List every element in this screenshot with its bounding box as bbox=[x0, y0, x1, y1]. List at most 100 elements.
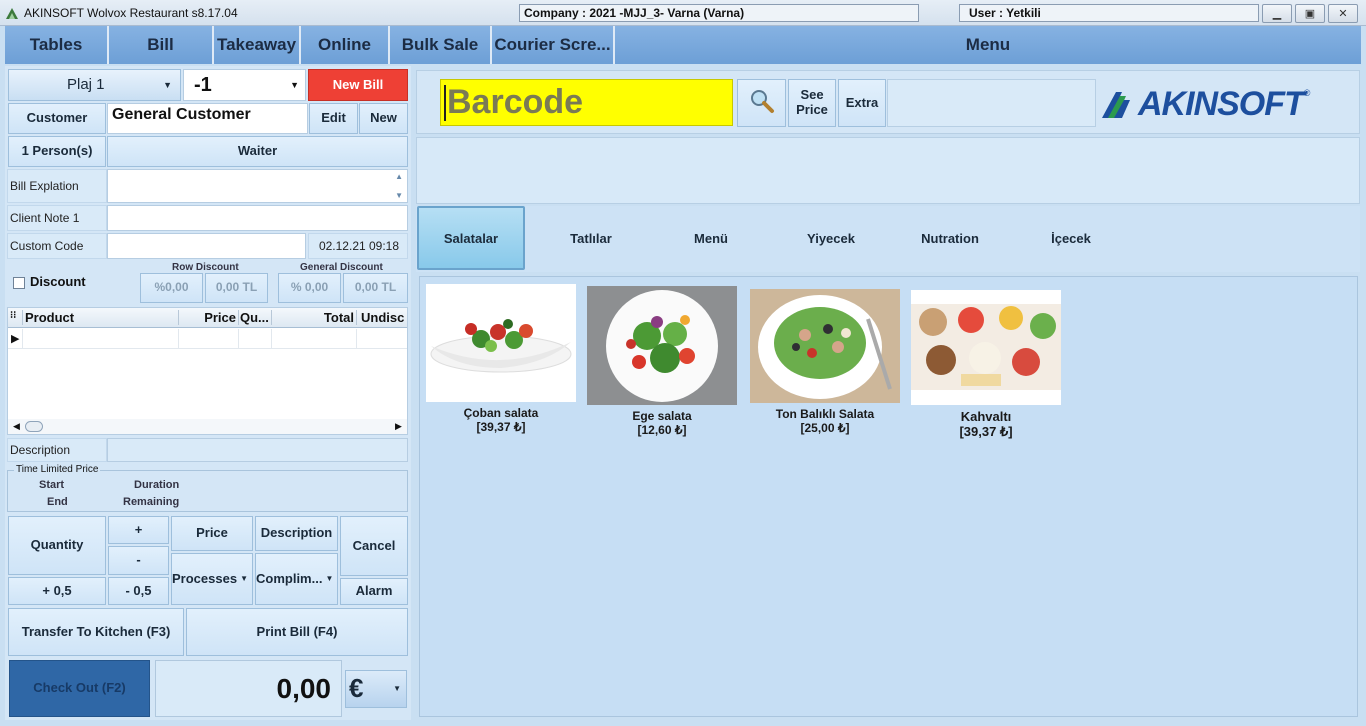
custom-code-field[interactable] bbox=[107, 233, 306, 259]
scroll-thumb[interactable] bbox=[25, 421, 43, 432]
client-note-field[interactable] bbox=[107, 205, 408, 231]
row-pointer-icon: ▶ bbox=[11, 333, 20, 345]
minus-half-button[interactable]: - 0,5 bbox=[108, 577, 169, 605]
product-tile[interactable]: Ton Balıklı Salata [25,00 ₺] bbox=[750, 289, 900, 435]
discount-checkbox[interactable] bbox=[13, 277, 25, 289]
column-quantity[interactable]: Qu... bbox=[238, 310, 271, 325]
new-customer-button[interactable]: New bbox=[359, 103, 408, 134]
bill-datetime: 02.12.21 09:18 bbox=[308, 233, 408, 259]
duration-label: Duration bbox=[134, 479, 180, 491]
transfer-to-kitchen-button[interactable]: Transfer To Kitchen (F3) bbox=[8, 608, 184, 656]
minimize-button[interactable]: ▁ bbox=[1262, 4, 1292, 23]
cell-divider bbox=[271, 329, 272, 349]
currency-dropdown[interactable]: € ▼ bbox=[345, 670, 407, 708]
product-image-kahvalti bbox=[911, 290, 1061, 405]
discount-label: Discount bbox=[30, 274, 86, 289]
product-tile[interactable]: Çoban salata [39,37 ₺] bbox=[426, 284, 576, 434]
column-total[interactable]: Total bbox=[271, 310, 356, 325]
tab-nutration[interactable]: Nutration bbox=[895, 206, 1005, 270]
tab-menu[interactable]: Menü bbox=[656, 206, 766, 270]
description-button[interactable]: Description bbox=[255, 516, 338, 551]
nav-tables[interactable]: Tables bbox=[5, 26, 109, 64]
company-info: Company : 2021 -MJJ_3- Varna (Varna) bbox=[519, 4, 919, 22]
chevron-down-icon: ▼ bbox=[393, 684, 401, 694]
general-discount-percent[interactable]: % 0,00 bbox=[278, 273, 341, 303]
nav-menu[interactable]: Menu bbox=[615, 26, 1361, 64]
scroll-right-icon[interactable]: ▶ bbox=[395, 421, 402, 432]
nav-bulk-sale[interactable]: Bulk Sale bbox=[390, 26, 492, 64]
bill-number-select[interactable]: -1 ▼ bbox=[183, 69, 306, 101]
maximize-button[interactable]: ▣ bbox=[1295, 4, 1325, 23]
product-image-ton-balikli-salata bbox=[750, 289, 900, 403]
general-discount-amount[interactable]: 0,00 TL bbox=[343, 273, 408, 303]
extra-button[interactable]: Extra bbox=[838, 79, 886, 127]
print-bill-button[interactable]: Print Bill (F4) bbox=[186, 608, 408, 656]
nav-online[interactable]: Online bbox=[301, 26, 390, 64]
table-select[interactable]: Plaj 1 ▼ bbox=[8, 69, 181, 101]
product-name: Ton Balıklı Salata bbox=[775, 407, 875, 421]
window-title: AKINSOFT Wolvox Restaurant s8.17.04 bbox=[24, 6, 238, 20]
tab-salatalar[interactable]: Salatalar bbox=[417, 206, 525, 270]
persons-button[interactable]: 1 Person(s) bbox=[8, 136, 106, 167]
tab-icecek[interactable]: İçecek bbox=[1016, 206, 1126, 270]
chevron-down-icon: ▼ bbox=[290, 80, 299, 90]
nav-courier-screen[interactable]: Courier Scre... bbox=[492, 26, 615, 64]
column-product[interactable]: Product bbox=[22, 310, 178, 325]
client-note-label: Client Note 1 bbox=[7, 205, 107, 231]
barcode-input[interactable]: Barcode bbox=[440, 79, 733, 126]
scroll-down-icon[interactable]: ▼ bbox=[395, 191, 403, 200]
quantity-button[interactable]: Quantity bbox=[8, 516, 106, 575]
waiter-button[interactable]: Waiter bbox=[107, 136, 408, 167]
end-label: End bbox=[47, 496, 68, 508]
horizontal-scrollbar[interactable]: ◀ ▶ bbox=[8, 419, 407, 434]
remaining-label: Remaining bbox=[123, 496, 180, 508]
product-tile[interactable]: Kahvaltı [39,37 ₺] bbox=[911, 290, 1061, 440]
row-discount-label: Row Discount bbox=[172, 262, 239, 273]
bill-explanation-field[interactable]: ▲ ▼ bbox=[107, 169, 408, 203]
decrease-button[interactable]: - bbox=[108, 546, 169, 575]
compliment-dropdown[interactable]: Complim... ▼ bbox=[255, 553, 338, 605]
row-discount-amount[interactable]: 0,00 TL bbox=[205, 273, 268, 303]
close-button[interactable]: ✕ bbox=[1328, 4, 1358, 23]
alarm-button[interactable]: Alarm bbox=[340, 578, 408, 605]
plus-half-button[interactable]: + 0,5 bbox=[8, 577, 106, 605]
cancel-button[interactable]: Cancel bbox=[340, 516, 408, 576]
increase-button[interactable]: + bbox=[108, 516, 169, 544]
column-undiscounted[interactable]: Undisc bbox=[356, 310, 407, 325]
customer-field[interactable]: General Customer bbox=[107, 103, 308, 134]
app-icon bbox=[5, 6, 19, 20]
customer-value: General Customer bbox=[112, 106, 251, 123]
user-label: User : Yetkili bbox=[969, 6, 1041, 20]
scroll-left-icon[interactable]: ◀ bbox=[13, 421, 20, 432]
product-name: Ege salata bbox=[632, 409, 692, 423]
see-price-button[interactable]: See Price bbox=[788, 79, 836, 127]
product-price: [39,37 ₺] bbox=[959, 424, 1013, 439]
akinsoft-logo-text: AKINSOFT bbox=[1138, 84, 1305, 123]
search-button[interactable] bbox=[737, 79, 786, 127]
grid-row[interactable]: ▶ bbox=[8, 329, 407, 349]
processes-dropdown[interactable]: Processes ▼ bbox=[171, 553, 253, 605]
column-price[interactable]: Price bbox=[178, 310, 238, 325]
checkout-button[interactable]: Check Out (F2) bbox=[9, 660, 150, 717]
akinsoft-logo-mark bbox=[1100, 88, 1138, 120]
product-name: Çoban salata bbox=[463, 406, 539, 420]
product-tile[interactable]: Ege salata [12,60 ₺] bbox=[587, 286, 737, 437]
customer-button[interactable]: Customer bbox=[8, 103, 106, 134]
chevron-down-icon: ▼ bbox=[325, 574, 334, 584]
company-label: Company : 2021 -MJJ_3- Varna (Varna) bbox=[524, 6, 745, 20]
product-grid[interactable]: ⁝⁝ Product Price Qu... Total Undisc ▶ ◀ … bbox=[7, 307, 408, 435]
product-image-ege-salata bbox=[587, 286, 737, 405]
currency-value: € bbox=[349, 673, 364, 704]
edit-customer-button[interactable]: Edit bbox=[309, 103, 358, 134]
row-discount-percent[interactable]: %0,00 bbox=[140, 273, 203, 303]
nav-takeaway[interactable]: Takeaway bbox=[214, 26, 301, 64]
price-button[interactable]: Price bbox=[171, 516, 253, 551]
nav-bill[interactable]: Bill bbox=[109, 26, 214, 64]
barcode-caret bbox=[444, 84, 446, 121]
tab-yiyecek[interactable]: Yiyecek bbox=[776, 206, 886, 270]
cell-divider bbox=[238, 329, 239, 349]
new-bill-button[interactable]: New Bill bbox=[308, 69, 408, 101]
description-field[interactable] bbox=[107, 438, 408, 462]
scroll-up-icon[interactable]: ▲ bbox=[395, 172, 403, 181]
tab-tatlilar[interactable]: Tatlılar bbox=[536, 206, 646, 270]
